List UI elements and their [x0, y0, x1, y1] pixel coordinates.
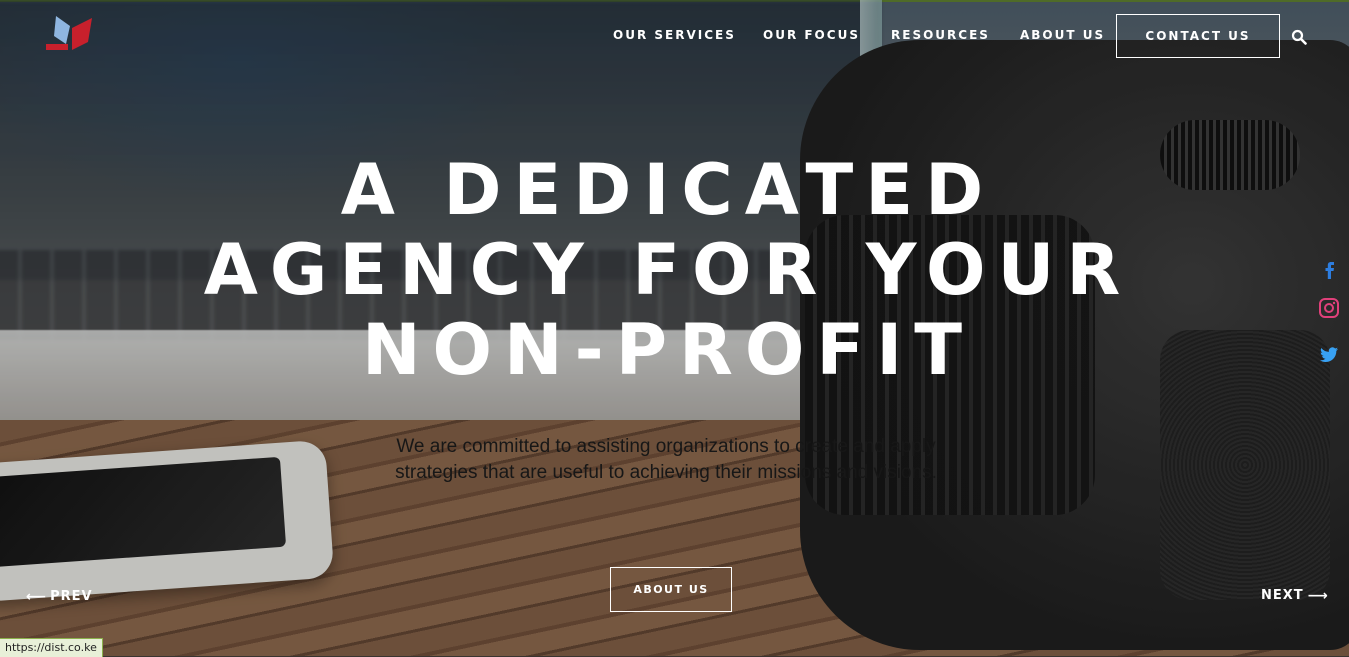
hero-subtext: We are committed to assisting organizati…: [395, 436, 937, 483]
instagram-icon[interactable]: [1318, 297, 1340, 319]
prev-slide-button[interactable]: ⟵ PREV: [26, 589, 93, 604]
headline-line-3: NON-PROFIT: [361, 309, 975, 391]
hero-headline: A DEDICATED AGENCY FOR YOUR NON-PROFIT: [0, 150, 1336, 390]
nav-resources[interactable]: RESOURCES: [891, 28, 990, 42]
arrow-left-icon: ⟵: [26, 588, 48, 605]
arrow-right-icon: ⟶: [1307, 587, 1329, 604]
contact-us-button[interactable]: CONTACT US: [1116, 14, 1280, 58]
facebook-icon[interactable]: [1318, 258, 1340, 280]
headline-line-2: AGENCY FOR YOUR: [203, 229, 1133, 311]
next-slide-button[interactable]: NEXT ⟶: [1261, 588, 1329, 603]
nav-our-services[interactable]: OUR SERVICES: [613, 28, 736, 42]
prev-label: PREV: [50, 589, 93, 604]
nav-about-us[interactable]: ABOUT US: [1020, 28, 1105, 42]
headline-line-1: A DEDICATED: [340, 149, 996, 231]
about-us-button[interactable]: ABOUT US: [610, 567, 732, 612]
next-label: NEXT: [1261, 588, 1304, 603]
twitter-icon[interactable]: [1318, 344, 1340, 366]
search-icon[interactable]: [1291, 29, 1307, 45]
nav-our-focus[interactable]: OUR FOCUS: [763, 28, 860, 42]
status-bar-url: https://dist.co.ke: [0, 638, 103, 657]
